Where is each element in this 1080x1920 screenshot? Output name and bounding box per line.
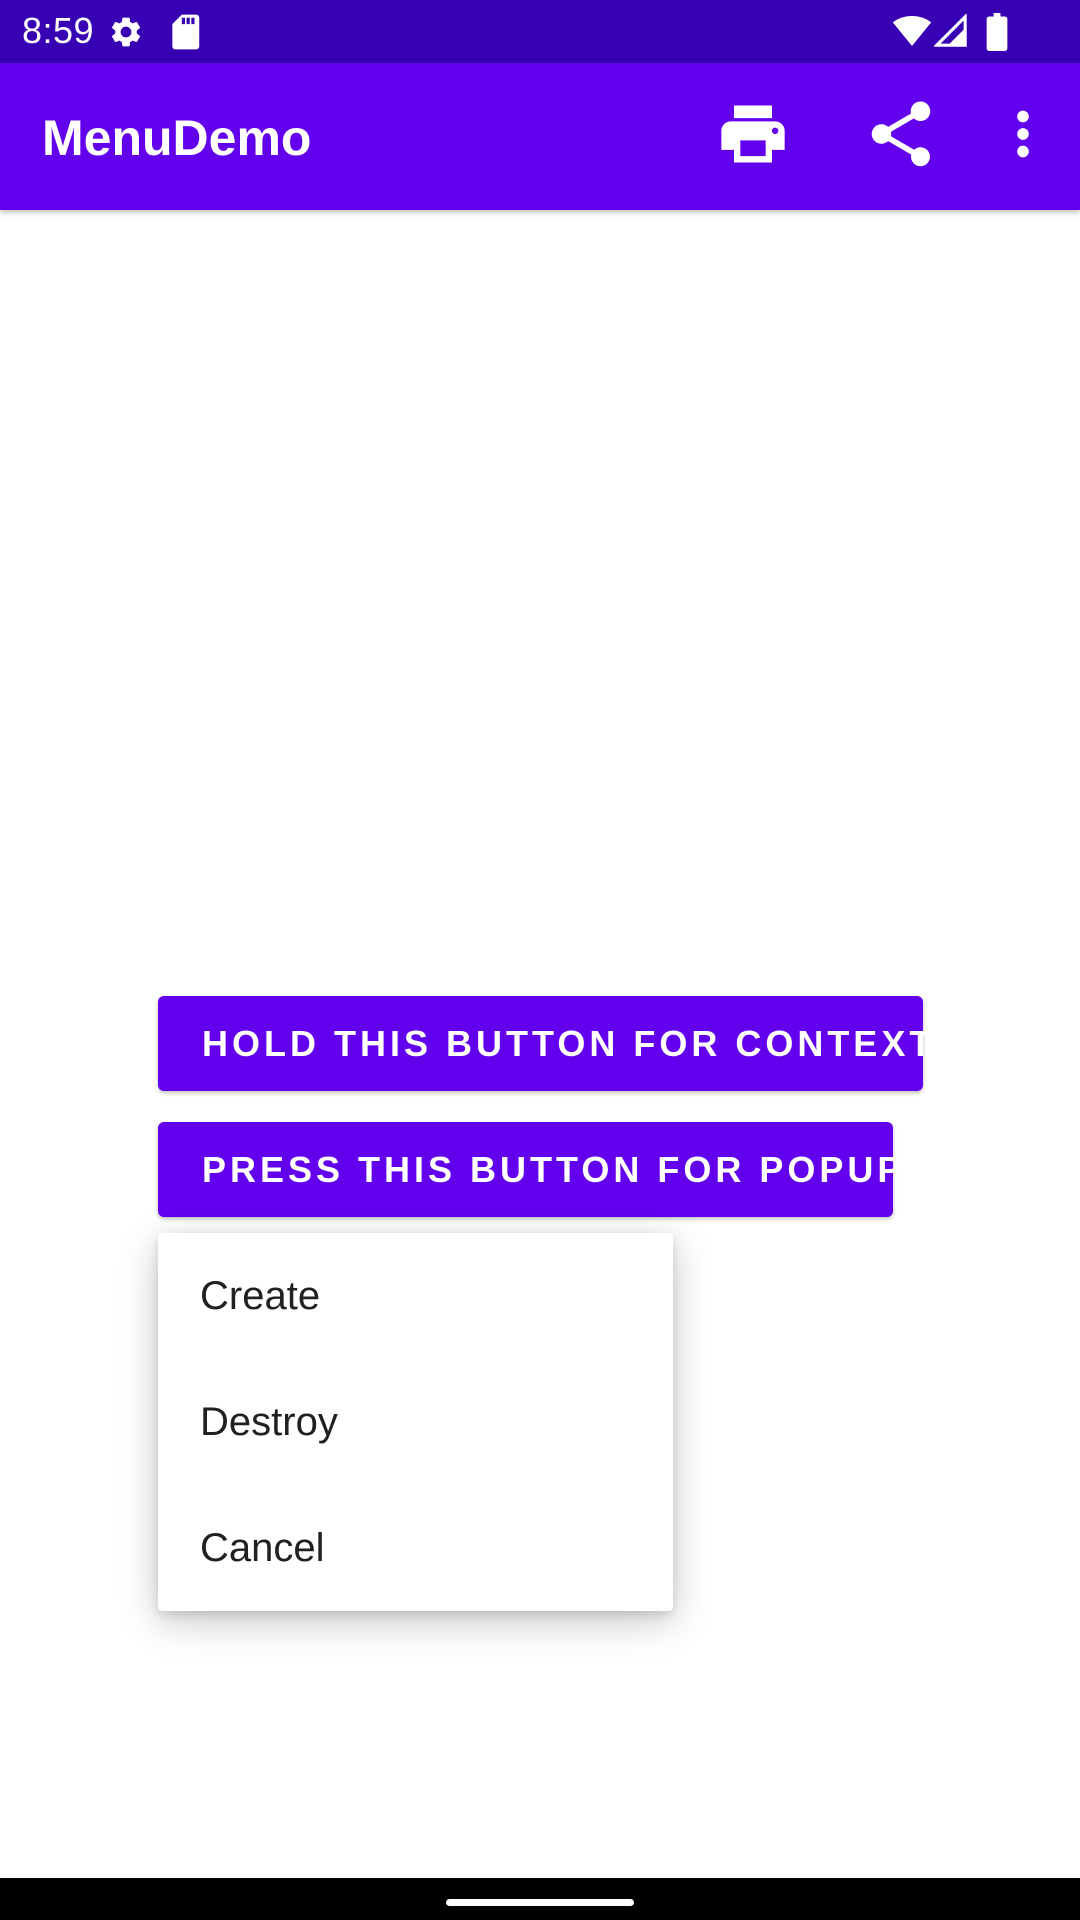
cellular-signal-icon bbox=[933, 13, 968, 53]
print-icon bbox=[715, 96, 791, 177]
share-button[interactable] bbox=[846, 81, 956, 191]
popup-menu-button[interactable]: PRESS THIS BUTTON FOR POPUP bbox=[158, 1122, 901, 1217]
battery-icon bbox=[986, 13, 1008, 56]
home-gesture-handle[interactable] bbox=[446, 1899, 634, 1906]
app-bar: MenuDemo bbox=[0, 63, 1080, 210]
wifi-icon bbox=[892, 14, 932, 53]
popup-menu: Create Destroy Cancel bbox=[158, 1233, 673, 1611]
share-icon bbox=[862, 95, 940, 178]
status-time: 8:59 bbox=[22, 10, 95, 51]
sd-card-icon bbox=[168, 13, 202, 56]
print-button[interactable] bbox=[698, 81, 808, 191]
menu-item-cancel[interactable]: Cancel bbox=[158, 1485, 673, 1611]
settings-gear-icon bbox=[108, 14, 144, 55]
context-menu-button[interactable]: HOLD THIS BUTTON FOR CONTEXT bbox=[158, 996, 931, 1091]
app-title: MenuDemo bbox=[42, 110, 312, 166]
screen: 8:59 MenuDemo HOLD THIS BUTTON FOR CONTE… bbox=[0, 0, 1080, 1920]
status-bar: 8:59 bbox=[0, 0, 1080, 63]
more-options-button[interactable] bbox=[968, 81, 1078, 191]
navigation-bar bbox=[0, 1878, 1080, 1920]
more-vert-icon bbox=[988, 99, 1058, 174]
menu-item-destroy[interactable]: Destroy bbox=[158, 1359, 673, 1485]
menu-item-create[interactable]: Create bbox=[158, 1233, 673, 1359]
